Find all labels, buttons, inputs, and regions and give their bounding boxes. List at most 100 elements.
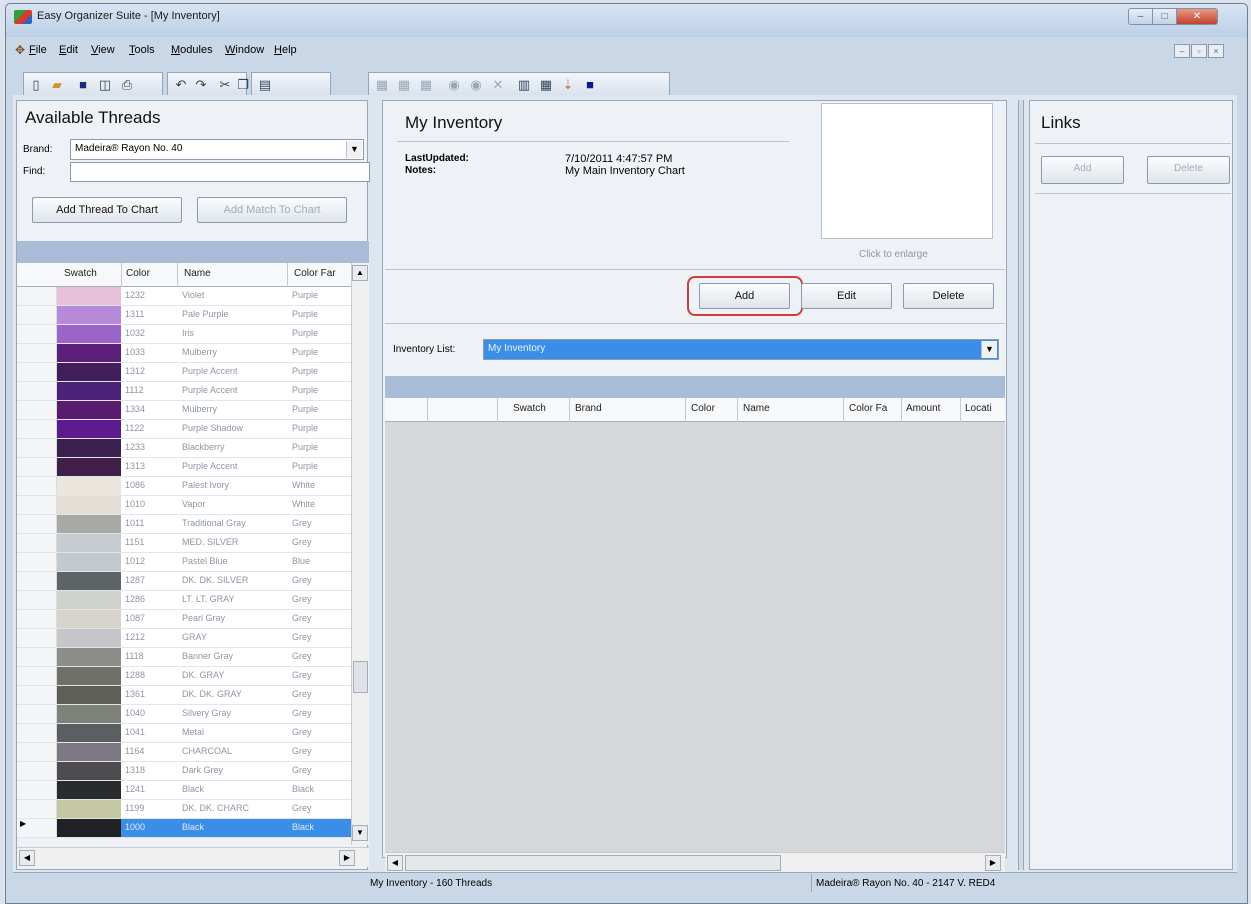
scroll-down-icon[interactable]: ▼: [352, 825, 368, 841]
thread-row[interactable]: 1287 DK. DK. SILVER Grey: [17, 572, 351, 591]
row-selector[interactable]: [17, 477, 57, 495]
inv-col-color-family[interactable]: Color Fa: [849, 403, 887, 414]
minimize-icon[interactable]: –: [1128, 8, 1153, 25]
edit-button[interactable]: Edit: [801, 283, 892, 309]
col-swatch[interactable]: Swatch: [64, 268, 97, 279]
maximize-icon[interactable]: □: [1152, 8, 1177, 25]
inv-col-location[interactable]: Locati: [965, 403, 992, 414]
row-selector[interactable]: [17, 781, 57, 799]
delete-button[interactable]: Delete: [903, 283, 994, 309]
row-selector[interactable]: [17, 762, 57, 780]
thread-row[interactable]: 1040 Silvery Gray Grey: [17, 705, 351, 724]
row-selector[interactable]: [17, 648, 57, 666]
row-selector[interactable]: [17, 458, 57, 476]
mdi-close-icon[interactable]: ×: [1208, 44, 1224, 58]
cut-icon[interactable]: ✂: [216, 76, 234, 94]
row-selector[interactable]: [17, 496, 57, 514]
grid-icon[interactable]: ▦: [537, 76, 555, 94]
module-2-icon[interactable]: ▦: [395, 76, 413, 94]
row-selector[interactable]: [17, 572, 57, 590]
row-selector[interactable]: [17, 420, 57, 438]
find-input[interactable]: [70, 162, 370, 182]
module-1-icon[interactable]: ▦: [373, 76, 391, 94]
delete-icon[interactable]: ✕: [489, 76, 507, 94]
add-match-to-chart-button[interactable]: Add Match To Chart: [197, 197, 347, 223]
row-selector[interactable]: [17, 363, 57, 381]
module-4-icon[interactable]: ◉: [445, 76, 463, 94]
scroll-left-icon[interactable]: ◀: [19, 850, 35, 866]
row-selector[interactable]: [17, 306, 57, 324]
thread-row[interactable]: 1151 MED. SILVER Grey: [17, 534, 351, 553]
thread-row[interactable]: 1311 Pale Purple Purple: [17, 306, 351, 325]
thread-row[interactable]: 1361 DK. DK. GRAY Grey: [17, 686, 351, 705]
inv-col-name[interactable]: Name: [743, 403, 770, 414]
inventory-scroll-thumb[interactable]: [405, 855, 781, 871]
row-selector[interactable]: [17, 724, 57, 742]
row-selector[interactable]: [17, 591, 57, 609]
sort-icon[interactable]: ⇣: [559, 76, 577, 94]
row-selector[interactable]: [17, 401, 57, 419]
monitor-icon[interactable]: ■: [581, 76, 599, 94]
row-selector[interactable]: [17, 800, 57, 818]
title-bar[interactable]: Easy Organizer Suite - [My Inventory] – …: [6, 4, 1247, 37]
inv-col-swatch[interactable]: Swatch: [513, 403, 546, 414]
close-icon[interactable]: ✕: [1176, 8, 1218, 25]
threads-scroll-thumb[interactable]: [353, 661, 368, 693]
thread-row[interactable]: 1164 CHARCOAL Grey: [17, 743, 351, 762]
thread-row[interactable]: 1286 LT. LT. GRAY Grey: [17, 591, 351, 610]
scroll-up-icon[interactable]: ▲: [352, 265, 368, 281]
thread-row[interactable]: 1010 Vapor White: [17, 496, 351, 515]
inv-col-color[interactable]: Color: [691, 403, 715, 414]
col-name[interactable]: Name: [184, 268, 211, 279]
copy-icon[interactable]: ❐: [234, 76, 252, 94]
menu-tools[interactable]: Tools: [129, 44, 155, 56]
row-selector[interactable]: [17, 344, 57, 362]
row-selector[interactable]: [17, 629, 57, 647]
row-selector[interactable]: [17, 287, 57, 305]
thread-row[interactable]: 1312 Purple Accent Purple: [17, 363, 351, 382]
inv-col-amount[interactable]: Amount: [906, 403, 940, 414]
col-color-family[interactable]: Color Far: [294, 268, 336, 279]
undo-icon[interactable]: ↶: [172, 76, 190, 94]
thread-row[interactable]: 1041 Metal Grey: [17, 724, 351, 743]
redo-icon[interactable]: ↷: [192, 76, 210, 94]
new-icon[interactable]: ▯: [27, 76, 45, 94]
add-button[interactable]: Add: [699, 283, 790, 309]
brand-select[interactable]: Madeira® Rayon No. 40 ▼: [70, 139, 364, 160]
inventory-grid-body[interactable]: [385, 422, 1005, 852]
thread-row[interactable]: 1087 Pearl Gray Grey: [17, 610, 351, 629]
row-selector[interactable]: [17, 743, 57, 761]
print-preview-icon[interactable]: ◫: [96, 76, 114, 94]
module-5-icon[interactable]: ◉: [467, 76, 485, 94]
thread-row[interactable]: 1233 Blackberry Purple: [17, 439, 351, 458]
open-folder-icon[interactable]: ▰: [48, 76, 66, 94]
row-selector[interactable]: [17, 534, 57, 552]
scroll-right-icon[interactable]: ▶: [339, 850, 355, 866]
thread-row[interactable]: 1012 Pastel Blue Blue: [17, 553, 351, 572]
thread-row[interactable]: 1112 Purple Accent Purple: [17, 382, 351, 401]
thread-row[interactable]: 1122 Purple Shadow Purple: [17, 420, 351, 439]
threads-horizontal-scrollbar[interactable]: ◀ ▶: [17, 847, 369, 867]
inventory-horizontal-scrollbar[interactable]: ◀ ▶: [385, 852, 1005, 872]
add-thread-to-chart-button[interactable]: Add Thread To Chart: [32, 197, 182, 223]
chevron-down-icon[interactable]: ▼: [346, 141, 362, 158]
thread-row[interactable]: 1118 Banner Gray Grey: [17, 648, 351, 667]
threads-vertical-scrollbar[interactable]: ▲ ▼: [351, 263, 369, 845]
row-selector[interactable]: [17, 382, 57, 400]
mdi-restore-icon[interactable]: ▫: [1191, 44, 1207, 58]
row-selector[interactable]: ▶: [17, 819, 57, 837]
mdi-minimize-icon[interactable]: –: [1174, 44, 1190, 58]
thread-row[interactable]: 1288 DK. GRAY Grey: [17, 667, 351, 686]
menu-help[interactable]: Help: [274, 44, 297, 56]
chart-icon[interactable]: ▥: [515, 76, 533, 94]
thread-row[interactable]: 1212 GRAY Grey: [17, 629, 351, 648]
thread-row[interactable]: 1318 Dark Grey Grey: [17, 762, 351, 781]
row-selector[interactable]: [17, 705, 57, 723]
mdi-document-icon[interactable]: ✥: [15, 43, 25, 57]
thread-row[interactable]: ▶ 1000 Black Black: [17, 819, 351, 838]
col-color[interactable]: Color: [126, 268, 150, 279]
row-selector[interactable]: [17, 515, 57, 533]
thread-row[interactable]: 1033 Mulberry Purple: [17, 344, 351, 363]
panel-splitter[interactable]: [1018, 100, 1024, 870]
print-icon[interactable]: ⎙: [118, 76, 136, 94]
